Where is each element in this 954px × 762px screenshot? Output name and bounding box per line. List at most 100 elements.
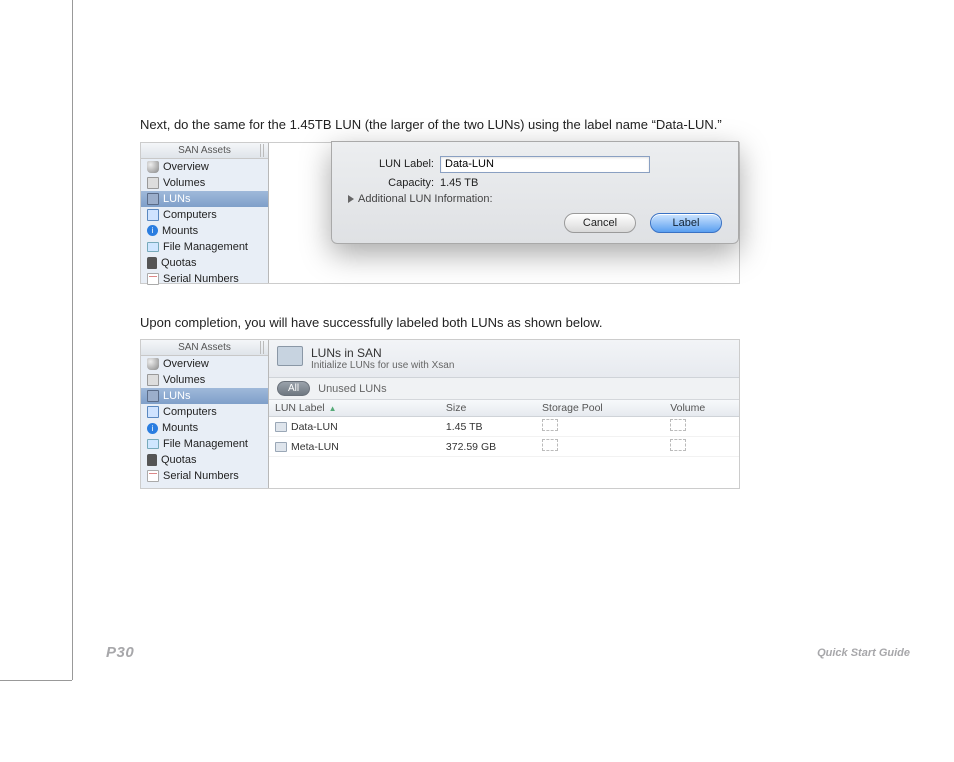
table-row[interactable]: Data-LUN 1.45 TB <box>269 417 739 437</box>
additional-lun-info-disclosure[interactable]: Additional LUN Information: <box>348 193 722 205</box>
computer-icon <box>147 209 159 221</box>
sidebar-item-serial-numbers[interactable]: Serial Numbers <box>141 271 268 287</box>
sidebar-item-label: LUNs <box>163 390 191 402</box>
lun-filter-bar: All Unused LUNs <box>269 378 739 400</box>
luns-title-block: LUNs in SAN Initialize LUNs for use with… <box>269 340 739 378</box>
cell-size: 1.45 TB <box>440 417 536 437</box>
sidebar-item-label: File Management <box>163 438 248 450</box>
sidebar-item-label: LUNs <box>163 193 191 205</box>
lun-label-input[interactable] <box>440 156 650 173</box>
column-header-volume[interactable]: Volume <box>664 400 739 417</box>
capacity-value: 1.45 TB <box>440 177 478 189</box>
disclosure-label: Additional LUN Information: <box>358 193 493 205</box>
table-row[interactable]: Meta-LUN 372.59 GB <box>269 437 739 457</box>
info-icon: i <box>147 423 158 434</box>
screenshot-lun-label-dialog: SAN Assets Overview Volumes LUNs Compute… <box>140 142 740 284</box>
sidebar-resize-grip-icon[interactable] <box>260 341 266 354</box>
sidebar-item-label: Mounts <box>162 422 198 434</box>
sidebar-item-label: File Management <box>163 241 248 253</box>
volume-icon <box>147 177 159 189</box>
serial-icon <box>147 273 159 285</box>
cancel-button[interactable]: Cancel <box>564 213 636 233</box>
sidebar-item-volumes[interactable]: Volumes <box>141 175 268 191</box>
shield-icon <box>147 161 159 173</box>
sidebar-header: SAN Assets <box>141 143 268 159</box>
screenshot-luns-labeled: SAN Assets Overview Volumes LUNs Compute… <box>140 339 740 489</box>
sidebar-item-file-management[interactable]: File Management <box>141 436 268 452</box>
sidebar-item-mounts[interactable]: i Mounts <box>141 420 268 436</box>
sidebar-item-overview[interactable]: Overview <box>141 159 268 175</box>
lun-icon <box>147 390 159 402</box>
folder-icon <box>147 242 159 252</box>
lun-row-icon <box>275 442 287 452</box>
sort-ascending-icon: ▲ <box>329 404 337 413</box>
column-header-lun-label[interactable]: LUN Label▲ <box>269 400 440 417</box>
sidebar-item-label: Quotas <box>161 454 196 466</box>
empty-cell-icon <box>542 419 558 431</box>
lun-table: LUN Label▲ Size Storage Pool Volume Data… <box>269 400 739 457</box>
empty-cell-icon <box>670 419 686 431</box>
sidebar-item-computers[interactable]: Computers <box>141 207 268 223</box>
page-crop-vertical <box>72 0 73 680</box>
sidebar-item-mounts[interactable]: i Mounts <box>141 223 268 239</box>
luns-big-icon <box>277 346 303 366</box>
column-header-storage-pool[interactable]: Storage Pool <box>536 400 664 417</box>
sidebar-item-label: Quotas <box>161 257 196 269</box>
info-icon: i <box>147 225 158 236</box>
san-assets-sidebar: SAN Assets Overview Volumes LUNs Compute… <box>141 340 269 488</box>
page-crop-horizontal <box>0 680 72 681</box>
sidebar-item-volumes[interactable]: Volumes <box>141 372 268 388</box>
sidebar-item-luns[interactable]: LUNs <box>141 388 268 404</box>
cell-storage-pool <box>536 437 664 457</box>
cell-size: 372.59 GB <box>440 437 536 457</box>
label-button[interactable]: Label <box>650 213 722 233</box>
sidebar-item-overview[interactable]: Overview <box>141 356 268 372</box>
sidebar-item-label: Serial Numbers <box>163 470 239 482</box>
pane-subtitle: Initialize LUNs for use with Xsan <box>311 360 454 371</box>
empty-cell-icon <box>542 439 558 451</box>
san-assets-sidebar: SAN Assets Overview Volumes LUNs Compute… <box>141 143 269 283</box>
column-header-size[interactable]: Size <box>440 400 536 417</box>
sidebar-item-luns[interactable]: LUNs <box>141 191 268 207</box>
person-icon <box>147 454 157 466</box>
sidebar-item-quotas[interactable]: Quotas <box>141 452 268 468</box>
sidebar-item-file-management[interactable]: File Management <box>141 239 268 255</box>
instruction-text-2: Upon completion, you will have successfu… <box>140 314 898 332</box>
cell-volume <box>664 437 739 457</box>
computer-icon <box>147 406 159 418</box>
sidebar-header-label: SAN Assets <box>178 342 231 353</box>
sidebar-resize-grip-icon[interactable] <box>260 144 266 157</box>
lun-icon <box>147 193 159 205</box>
disclosure-triangle-icon <box>348 195 354 203</box>
cell-volume <box>664 417 739 437</box>
sidebar-item-label: Mounts <box>162 225 198 237</box>
sidebar-item-label: Volumes <box>163 177 205 189</box>
filter-unused-luns[interactable]: Unused LUNs <box>318 383 386 395</box>
sidebar-item-serial-numbers[interactable]: Serial Numbers <box>141 468 268 484</box>
lun-label-dialog: LUN Label: Capacity: 1.45 TB Additional … <box>331 141 739 244</box>
serial-icon <box>147 470 159 482</box>
sidebar-header: SAN Assets <box>141 340 268 356</box>
sidebar-item-label: Volumes <box>163 374 205 386</box>
sidebar-header-label: SAN Assets <box>178 145 231 156</box>
cell-lun-label: Meta-LUN <box>291 441 339 453</box>
page-number: P30 <box>106 644 134 661</box>
filter-all-pill[interactable]: All <box>277 381 310 396</box>
lun-label-field-label: LUN Label: <box>348 158 434 170</box>
document-title: Quick Start Guide <box>817 647 910 659</box>
capacity-label: Capacity: <box>348 177 434 189</box>
lun-row-icon <box>275 422 287 432</box>
sidebar-item-quotas[interactable]: Quotas <box>141 255 268 271</box>
sidebar-item-computers[interactable]: Computers <box>141 404 268 420</box>
sidebar-item-label: Computers <box>163 209 217 221</box>
sidebar-item-label: Overview <box>163 161 209 173</box>
person-icon <box>147 257 157 269</box>
cell-lun-label: Data-LUN <box>291 421 338 433</box>
pane-title: LUNs in SAN <box>311 346 454 360</box>
instruction-text-1: Next, do the same for the 1.45TB LUN (th… <box>140 116 898 134</box>
cell-storage-pool <box>536 417 664 437</box>
folder-icon <box>147 439 159 449</box>
sidebar-item-label: Overview <box>163 358 209 370</box>
volume-icon <box>147 374 159 386</box>
sidebar-item-label: Computers <box>163 406 217 418</box>
